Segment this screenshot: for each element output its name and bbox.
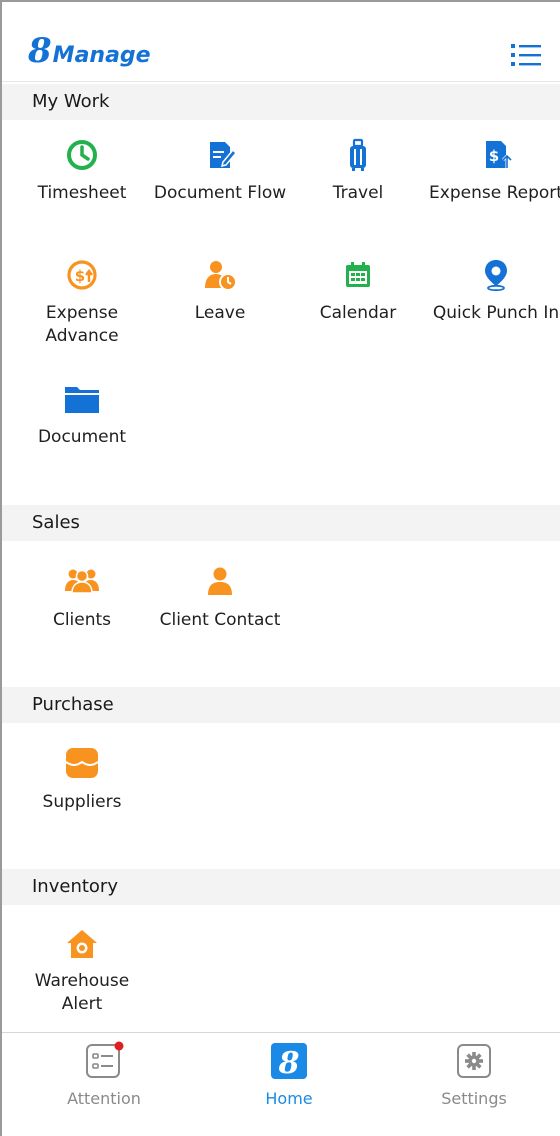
nav-label-settings: Settings xyxy=(441,1089,507,1108)
nav-settings[interactable]: Settings xyxy=(404,1041,544,1108)
tile-label: Suppliers xyxy=(42,792,122,812)
person-icon xyxy=(208,567,232,595)
tile-document[interactable]: Document xyxy=(13,382,151,449)
tile-label: Client Contact xyxy=(159,610,281,630)
section-title-sales: Sales xyxy=(2,505,560,541)
clock-icon xyxy=(67,140,97,170)
tile-label: Leave xyxy=(194,303,246,323)
logo-number: 8 xyxy=(28,31,52,71)
tile-expense-advance[interactable]: $ Expense Advance xyxy=(13,258,151,348)
people-group-icon xyxy=(65,569,99,594)
tile-leave[interactable]: Leave xyxy=(151,258,289,325)
luggage-icon xyxy=(350,138,366,171)
section-title-my-work: My Work xyxy=(2,84,560,120)
logo-word: Manage xyxy=(52,43,151,68)
app-header: 8 Manage xyxy=(2,2,560,82)
dollar-document-icon: $ xyxy=(486,141,513,168)
nav-label-attention: Attention xyxy=(67,1089,141,1108)
folder-icon xyxy=(65,387,99,413)
tile-travel[interactable]: Travel xyxy=(289,138,427,205)
store-icon xyxy=(65,748,99,778)
tile-label: Warehouse Alert xyxy=(34,971,130,1014)
tile-timesheet[interactable]: Timesheet xyxy=(13,138,151,205)
app-logo: 8 Manage xyxy=(28,31,151,71)
tile-label: Expense Advance xyxy=(45,303,119,346)
tile-calendar[interactable]: Calendar xyxy=(289,258,427,325)
warehouse-alert-icon xyxy=(67,930,97,958)
tile-label: Timesheet xyxy=(37,183,127,203)
tile-expense-report[interactable]: $ Expense Report xyxy=(427,138,560,205)
nav-label-home: Home xyxy=(265,1089,313,1108)
section-title-inventory: Inventory xyxy=(2,869,560,905)
home-logo-char: 8 xyxy=(278,1046,300,1081)
gear-icon xyxy=(457,1044,491,1078)
svg-text:$: $ xyxy=(489,147,499,165)
tile-label: Expense Report xyxy=(429,183,560,203)
section-title-purchase: Purchase xyxy=(2,687,560,723)
attention-list-icon xyxy=(86,1041,124,1078)
tile-clients[interactable]: Clients xyxy=(13,565,151,632)
tile-label: Document Flow xyxy=(153,183,287,203)
list-menu-icon[interactable] xyxy=(510,42,542,68)
calendar-icon xyxy=(346,262,370,287)
document-edit-icon xyxy=(210,142,237,168)
tile-client-contact[interactable]: Client Contact xyxy=(151,565,289,632)
svg-text:$: $ xyxy=(75,267,85,285)
tile-suppliers[interactable]: Suppliers xyxy=(13,745,151,814)
home-logo-icon: 8 xyxy=(271,1043,307,1081)
nav-home[interactable]: 8 Home xyxy=(219,1041,359,1108)
tile-quick-punch-in[interactable]: Quick Punch In xyxy=(427,258,560,325)
tile-label: Document xyxy=(37,427,127,447)
nav-attention[interactable]: Attention xyxy=(34,1041,174,1108)
tile-warehouse-alert[interactable]: Warehouse Alert xyxy=(13,928,151,1016)
tile-label: Calendar xyxy=(319,303,397,323)
notification-badge xyxy=(114,1041,124,1051)
dollar-circle-arrow-icon: $ xyxy=(67,260,97,290)
location-pin-icon xyxy=(485,260,507,292)
tile-label: Quick Punch In xyxy=(432,303,560,323)
person-clock-icon xyxy=(205,261,237,291)
bottom-nav: Attention 8 Home Settings xyxy=(2,1032,560,1136)
tile-label: Clients xyxy=(52,610,112,630)
tile-document-flow[interactable]: Document Flow xyxy=(151,138,289,205)
tile-label: Travel xyxy=(332,183,384,203)
